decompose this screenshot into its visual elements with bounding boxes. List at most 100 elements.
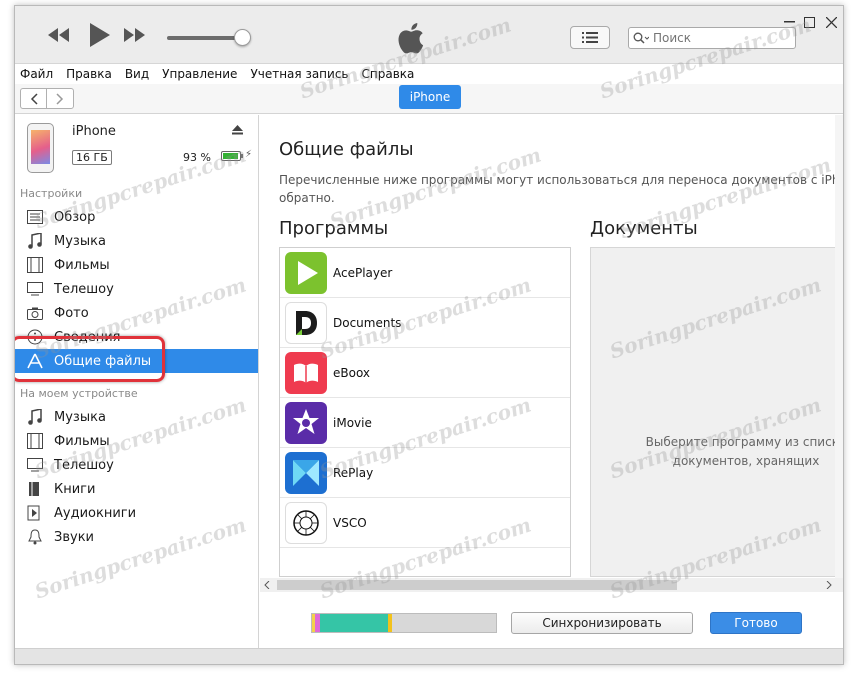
camera-icon (26, 305, 44, 321)
status-bar (15, 648, 843, 664)
sidebar-item-label: Музыка (54, 409, 106, 425)
device-item-books[interactable]: Книги (15, 477, 258, 501)
vsco-icon (285, 501, 327, 544)
bell-icon (26, 529, 44, 545)
sidebar-item-label: Телешоу (54, 281, 114, 297)
device-summary: iPhone 16 ГБ 93 % ⚡ (23, 121, 253, 177)
device-item-audiobooks[interactable]: Аудиокниги (15, 501, 258, 525)
app-name: AcePlayer (333, 265, 393, 280)
menu-edit[interactable]: Правка (66, 67, 112, 81)
list-item[interactable]: iMovie (280, 398, 570, 448)
apple-logo-icon (395, 22, 425, 54)
sidebar-item-label: Музыка (54, 233, 106, 249)
battery-icon (221, 151, 243, 161)
music-icon (26, 233, 44, 249)
volume-slider-track[interactable] (167, 36, 243, 40)
main-content: Общие файлы Перечисленные ниже программы… (260, 115, 843, 648)
device-item-movies[interactable]: Фильмы (15, 429, 258, 453)
list-item[interactable]: AcePlayer (280, 248, 570, 298)
back-button[interactable] (21, 89, 47, 108)
device-item-tv[interactable]: Телешоу (15, 453, 258, 477)
device-capacity: 16 ГБ (72, 150, 112, 165)
music-icon (26, 409, 44, 425)
sidebar-item-label: Фото (54, 305, 89, 321)
imovie-icon (285, 401, 327, 444)
menu-bar: Файл Правка Вид Управление Учетная запис… (15, 64, 843, 84)
list-item[interactable]: RePlay (280, 448, 570, 498)
toolbar (15, 6, 843, 64)
close-icon[interactable] (821, 14, 841, 30)
sidebar-item-label: Обзор (54, 209, 96, 225)
menu-account[interactable]: Учетная запись (250, 67, 348, 81)
chevron-left-icon (30, 92, 38, 105)
itunes-window: Файл Правка Вид Управление Учетная запис… (14, 5, 844, 665)
list-view-button[interactable] (570, 26, 610, 49)
horizontal-scrollbar[interactable] (260, 578, 843, 592)
navigation-bar: iPhone (15, 84, 843, 114)
scroll-right-icon[interactable] (826, 581, 832, 589)
storage-segment-apps (320, 614, 388, 632)
list-item[interactable]: VSCO (280, 498, 570, 548)
description-line: Перечисленные ниже программы могут испол… (279, 173, 840, 187)
iphone-icon (27, 123, 54, 173)
menu-controls[interactable]: Управление (162, 67, 237, 81)
documents-heading: Документы (590, 218, 698, 239)
apps-heading: Программы (279, 218, 389, 239)
sidebar-item-movies[interactable]: Фильмы (15, 253, 258, 277)
device-item-music[interactable]: Музыка (15, 405, 258, 429)
search-input[interactable] (653, 31, 783, 45)
battery-percent: 93 % (183, 151, 211, 164)
menu-help[interactable]: Справка (362, 67, 415, 81)
menu-file[interactable]: Файл (20, 67, 53, 81)
on-device-section-title: На моем устройстве (20, 387, 138, 400)
settings-section-title: Настройки (20, 187, 83, 200)
app-name: RePlay (333, 465, 374, 480)
page-description: Перечисленные ниже программы могут испол… (279, 171, 839, 207)
film-icon (26, 257, 44, 273)
history-nav (20, 88, 74, 109)
audiobook-icon (26, 505, 44, 521)
book-icon (26, 481, 44, 497)
minimize-icon[interactable] (779, 14, 799, 30)
red-highlight-frame (15, 336, 165, 382)
forward-button[interactable] (47, 89, 73, 108)
hint-line: Выберите программу из списка (645, 435, 843, 449)
vertical-scrollbar[interactable] (835, 115, 843, 578)
search-box[interactable] (628, 27, 796, 49)
eject-icon[interactable] (232, 124, 243, 138)
film-icon (26, 433, 44, 449)
documents-icon (285, 301, 327, 344)
chevron-right-icon (56, 92, 64, 105)
volume-slider-knob[interactable] (234, 29, 251, 46)
sidebar-item-music[interactable]: Музыка (15, 229, 258, 253)
device-button[interactable]: iPhone (399, 85, 461, 109)
fast-forward-icon[interactable] (123, 24, 147, 46)
list-item[interactable]: eBoox (280, 348, 570, 398)
tv-icon (26, 457, 44, 473)
menu-view[interactable]: Вид (125, 67, 149, 81)
summary-icon (26, 209, 44, 225)
search-icon (633, 32, 649, 44)
sync-button[interactable]: Синхронизировать (511, 612, 693, 634)
play-icon[interactable] (87, 22, 113, 48)
replay-icon (285, 451, 327, 494)
rewind-icon[interactable] (47, 24, 71, 46)
sidebar-item-photos[interactable]: Фото (15, 301, 258, 325)
sidebar-item-label: Телешоу (54, 457, 114, 473)
list-item[interactable]: Documents (280, 298, 570, 348)
sidebar-item-label: Звуки (54, 529, 94, 545)
description-line: обратно. (279, 191, 335, 205)
sidebar-item-label: Фильмы (54, 433, 110, 449)
maximize-icon[interactable] (799, 14, 819, 30)
device-item-tones[interactable]: Звуки (15, 525, 258, 549)
scroll-left-icon[interactable] (264, 581, 270, 589)
sidebar-item-summary[interactable]: Обзор (15, 205, 258, 229)
app-name: eBoox (333, 365, 371, 380)
device-name: iPhone (72, 124, 116, 139)
eboox-icon (285, 351, 327, 394)
sidebar-item-tv[interactable]: Телешоу (15, 277, 258, 301)
sidebar-item-label: Книги (54, 481, 96, 497)
scrollbar-thumb[interactable] (277, 580, 677, 590)
done-button[interactable]: Готово (710, 612, 802, 634)
documents-hint: Выберите программу из списка документов,… (626, 433, 843, 471)
